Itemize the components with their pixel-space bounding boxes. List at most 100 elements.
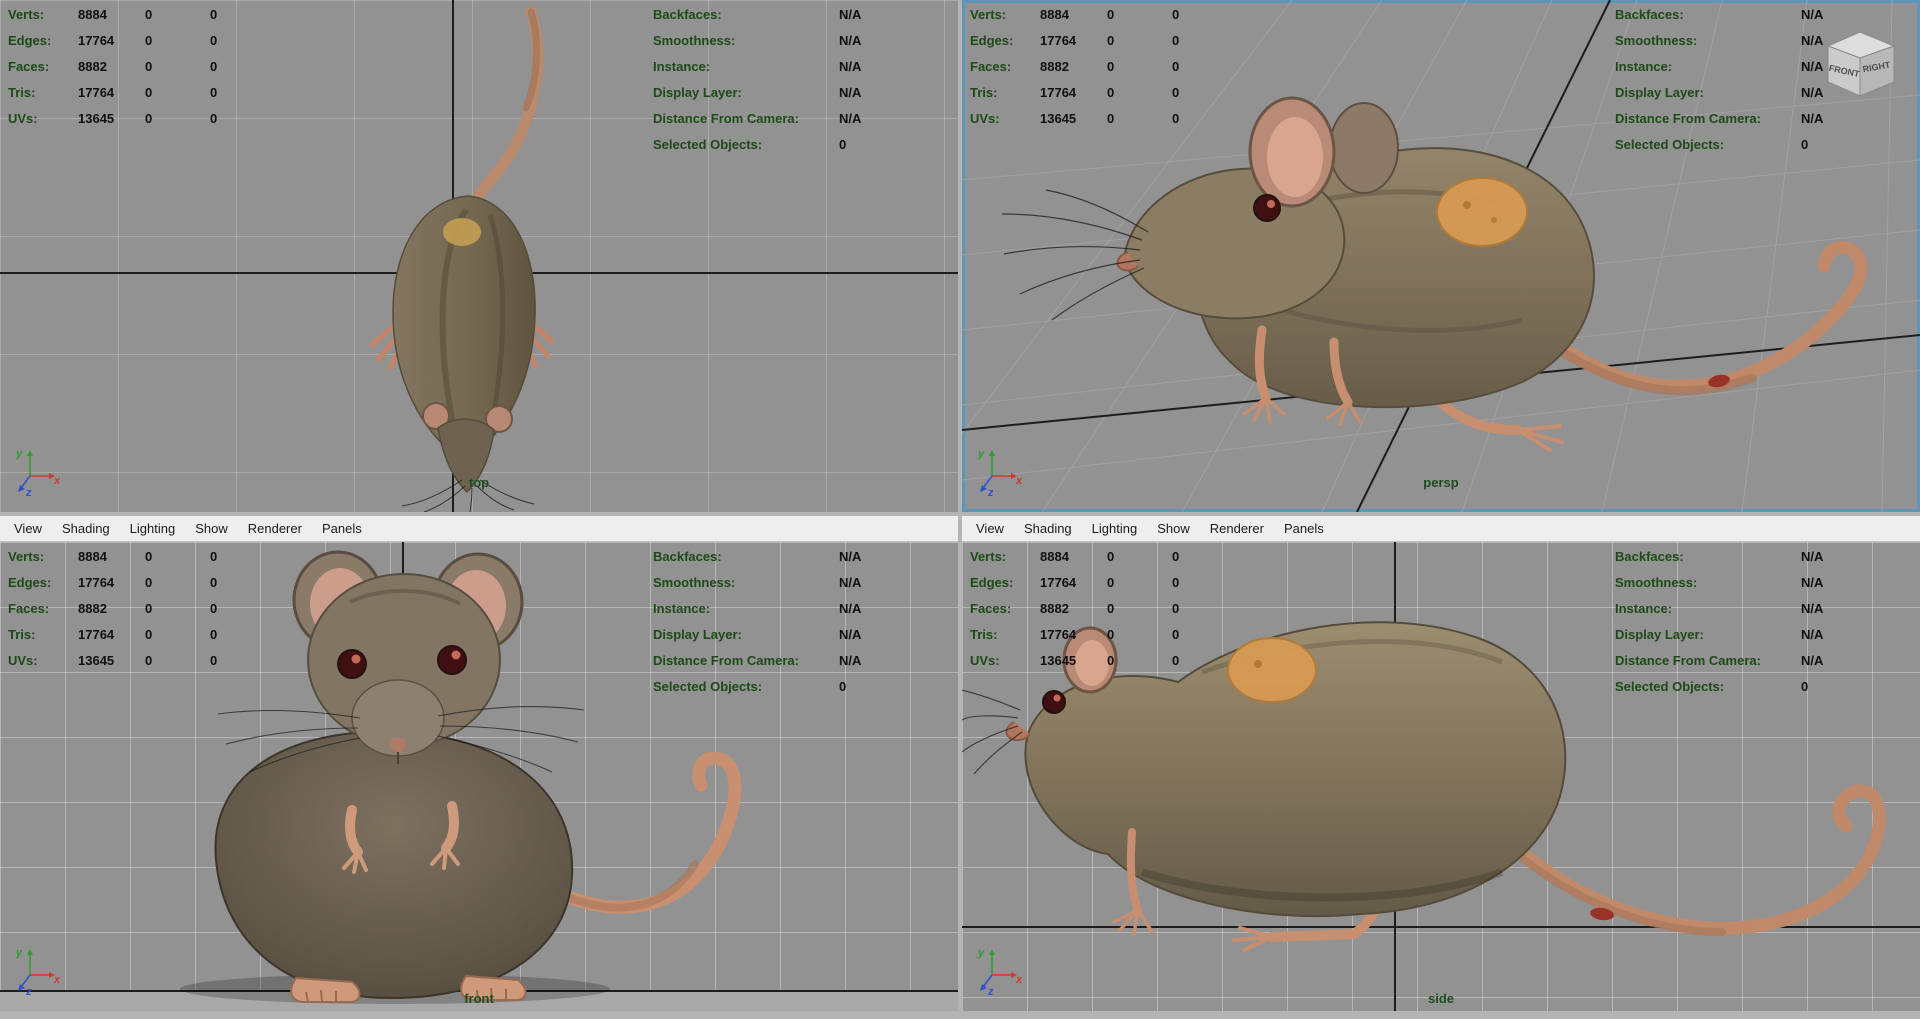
hud-info-value: N/A xyxy=(1801,626,1824,642)
hud-info-value: 0 xyxy=(1801,678,1809,694)
viewport-persp[interactable]: Verts: 8884 0 0 Edges: 17764 0 0 Faces: 8882 0 0 Tri… xyxy=(962,0,1920,512)
hud-stat-value: 0 xyxy=(1172,32,1180,48)
hud-stat-label: UVs: xyxy=(8,110,38,126)
hud-info-label: Display Layer: xyxy=(1615,626,1704,642)
hud-stat-row: Faces: 8882 0 0 xyxy=(8,53,275,79)
hud-stat-value: 0 xyxy=(1107,574,1115,590)
hud-info-label: Distance From Camera: xyxy=(653,652,799,668)
hud-info-row: Instance: N/A xyxy=(653,53,861,79)
menu-show[interactable]: Show xyxy=(1147,521,1200,536)
hud-poly-counts: Verts: 8884 0 0 Edges: 17764 0 0 Faces: 8882 0 0 Tri… xyxy=(8,543,275,673)
hud-info-label: Display Layer: xyxy=(653,84,742,100)
hud-stat-row: Verts: 8884 0 0 xyxy=(8,1,275,27)
hud-stat-value: 13645 xyxy=(1040,652,1077,668)
hud-stat-value: 0 xyxy=(145,110,153,126)
svg-text:y: y xyxy=(977,448,985,460)
svg-text:y: y xyxy=(15,448,23,460)
menu-panels[interactable]: Panels xyxy=(1274,521,1334,536)
hud-info-label: Smoothness: xyxy=(1615,574,1698,590)
hud-info-value: N/A xyxy=(839,574,862,590)
hud-stat-label: Verts: xyxy=(970,548,1007,564)
hud-info-value: 0 xyxy=(1801,136,1809,152)
menu-lighting[interactable]: Lighting xyxy=(1082,521,1148,536)
hud-stat-value: 0 xyxy=(145,652,153,668)
hud-stat-label: Tris: xyxy=(970,626,998,642)
view-cube[interactable]: FRONT RIGHT xyxy=(1814,24,1906,104)
hud-info-row: Display Layer: N/A xyxy=(1615,79,1823,105)
hud-info-value: N/A xyxy=(839,548,862,564)
hud-stat-label: Tris: xyxy=(8,626,36,642)
hud-info-row: Smoothness: N/A xyxy=(1615,27,1823,53)
hud-stat-label: Verts: xyxy=(8,548,45,564)
hud-stat-label: UVs: xyxy=(8,652,38,668)
hud-info-value: N/A xyxy=(839,626,862,642)
hud-stat-row: Tris: 17764 0 0 xyxy=(8,621,275,647)
menu-view[interactable]: View xyxy=(966,521,1014,536)
viewport-side[interactable]: Verts: 8884 0 0 Edges: 17764 0 0 Faces: 8882 0 0 Tri… xyxy=(962,542,1920,1011)
hud-stat-row: Edges: 17764 0 0 xyxy=(8,569,275,595)
menu-renderer[interactable]: Renderer xyxy=(1200,521,1274,536)
hud-stat-row: Faces: 8882 0 0 xyxy=(970,595,1237,621)
svg-text:x: x xyxy=(1015,475,1023,487)
hud-stat-value: 0 xyxy=(145,32,153,48)
viewport-label-persp: persp xyxy=(1423,475,1459,490)
menu-panels[interactable]: Panels xyxy=(312,521,372,536)
menu-view[interactable]: View xyxy=(4,521,52,536)
menu-show[interactable]: Show xyxy=(185,521,238,536)
svg-text:x: x xyxy=(53,974,61,986)
hud-info-value: N/A xyxy=(839,600,862,616)
hud-stat-value: 17764 xyxy=(78,626,115,642)
hud-stat-value: 8882 xyxy=(1040,600,1069,616)
hud-info-row: Instance: N/A xyxy=(1615,53,1823,79)
hud-stat-value: 0 xyxy=(210,58,218,74)
hud-stat-row: Tris: 17764 0 0 xyxy=(970,79,1237,105)
hud-stat-value: 0 xyxy=(210,600,218,616)
hud-stat-value: 0 xyxy=(1107,6,1115,22)
hud-stat-value: 0 xyxy=(210,84,218,100)
hud-info-label: Selected Objects: xyxy=(1615,678,1725,694)
hud-info-value: N/A xyxy=(1801,110,1824,126)
menu-renderer[interactable]: Renderer xyxy=(238,521,312,536)
hud-stat-value: 17764 xyxy=(1040,32,1077,48)
axis-gizmo: y x z xyxy=(977,947,1023,997)
hud-stat-label: Edges: xyxy=(8,32,52,48)
hud-stat-value: 0 xyxy=(1107,58,1115,74)
hud-info-value: N/A xyxy=(839,32,862,48)
axis-gizmo: y x z xyxy=(977,448,1023,498)
hud-stat-value: 13645 xyxy=(78,652,115,668)
hud-stat-value: 13645 xyxy=(78,110,115,126)
hud-stat-value: 0 xyxy=(1107,626,1115,642)
hud-stat-value: 17764 xyxy=(78,574,115,590)
svg-text:y: y xyxy=(977,947,985,959)
hud-stat-label: Faces: xyxy=(970,58,1012,74)
hud-stat-row: Tris: 17764 0 0 xyxy=(970,621,1237,647)
hud-poly-counts: Verts: 8884 0 0 Edges: 17764 0 0 Faces: 8882 0 0 Tri… xyxy=(8,1,275,131)
hud-info-label: Instance: xyxy=(653,58,711,74)
hud-stat-label: Faces: xyxy=(8,600,50,616)
hud-info-row: Distance From Camera: N/A xyxy=(1615,647,1823,673)
hud-stat-value: 0 xyxy=(210,652,218,668)
menu-lighting[interactable]: Lighting xyxy=(120,521,186,536)
viewport-label-top: top xyxy=(468,475,490,490)
hud-stat-label: Tris: xyxy=(970,84,998,100)
hud-info-row: Distance From Camera: N/A xyxy=(653,105,861,131)
hud-info-row: Backfaces: N/A xyxy=(1615,1,1823,27)
menu-shading[interactable]: Shading xyxy=(52,521,120,536)
hud-info-label: Instance: xyxy=(653,600,711,616)
hud-stat-label: Edges: xyxy=(970,574,1014,590)
hud-info-label: Selected Objects: xyxy=(653,678,763,694)
hud-stat-row: UVs: 13645 0 0 xyxy=(8,647,275,673)
hud-stat-value: 17764 xyxy=(78,32,115,48)
hud-info-value: N/A xyxy=(839,58,862,74)
viewport-top[interactable]: Verts: 8884 0 0 Edges: 17764 0 0 Faces: 8882 0 0 Tri… xyxy=(0,0,958,512)
hud-stat-row: Verts: 8884 0 0 xyxy=(970,543,1237,569)
hud-info-value: N/A xyxy=(1801,574,1824,590)
hud-info-label: Instance: xyxy=(1615,58,1673,74)
menu-shading[interactable]: Shading xyxy=(1014,521,1082,536)
hud-info-label: Instance: xyxy=(1615,600,1673,616)
hud-stat-row: Edges: 17764 0 0 xyxy=(970,27,1237,53)
hud-stat-label: Tris: xyxy=(8,84,36,100)
hud-stat-value: 0 xyxy=(1107,652,1115,668)
hud-info-row: Backfaces: N/A xyxy=(653,1,861,27)
viewport-front[interactable]: Verts: 8884 0 0 Edges: 17764 0 0 Faces: 8882 0 0 Tri… xyxy=(0,542,958,1011)
